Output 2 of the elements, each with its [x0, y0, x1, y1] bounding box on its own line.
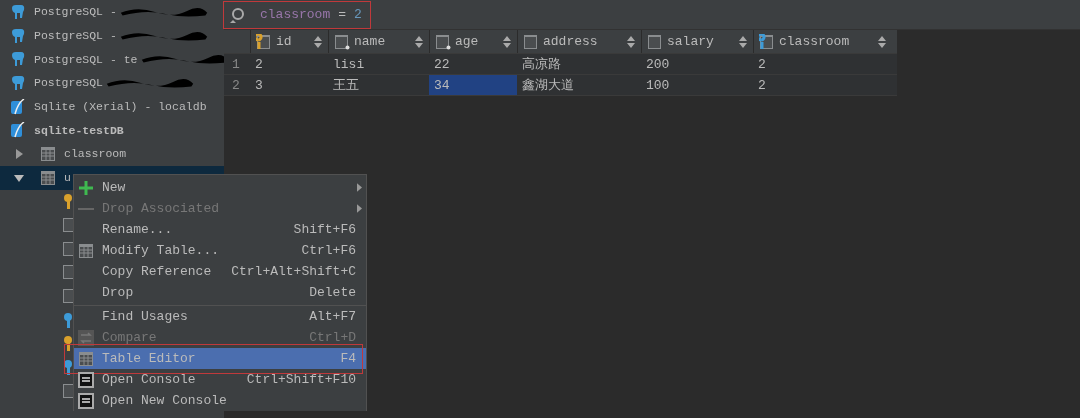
row-number: 1: [231, 56, 241, 72]
row-number: 2: [231, 77, 241, 93]
